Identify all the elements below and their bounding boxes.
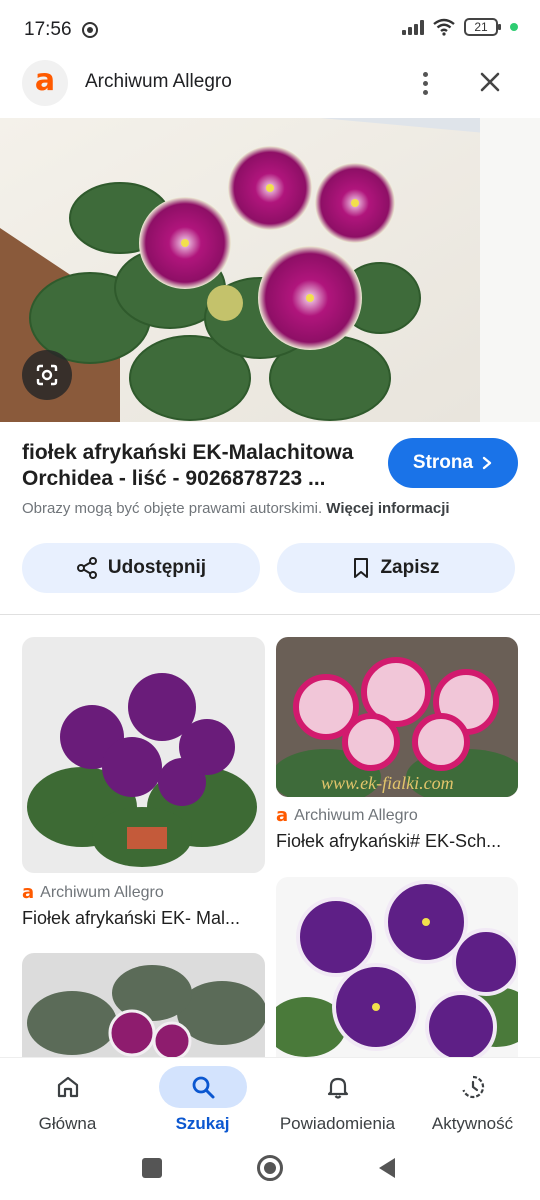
copyright-text: Obrazy mogą być objęte prawami autorskim… — [22, 500, 323, 517]
recents-button[interactable] — [142, 1158, 162, 1178]
more-info-link[interactable]: Więcej informacji — [326, 500, 449, 517]
bell-icon — [327, 1077, 348, 1099]
header-title[interactable]: Archiwum Allegro — [85, 71, 232, 93]
violet-thumb-3 — [276, 877, 518, 1057]
violet-photo — [0, 118, 540, 422]
activity-icon — [461, 1075, 484, 1099]
site-logo-letter: a — [34, 63, 56, 98]
nav-notifications-label: Powiadomienia — [279, 1114, 396, 1133]
bottom-nav: Główna Szukaj Powiadomienia Aktywność — [0, 1057, 540, 1145]
home-button[interactable] — [257, 1155, 283, 1181]
violet-thumb-4 — [22, 953, 265, 1057]
save-button[interactable]: Zapisz — [277, 543, 515, 593]
signal-icon — [402, 19, 424, 35]
related-source-2: a Archiwum Allegro — [276, 805, 418, 826]
allegro-icon: a — [276, 805, 289, 826]
save-label: Zapisz — [380, 557, 440, 578]
related-source-1: a Archiwum Allegro — [22, 882, 164, 903]
allegro-icon: a — [22, 882, 35, 903]
battery-icon: 21 — [464, 18, 501, 36]
result-title[interactable]: fiołek afrykański EK-Malachitowa Orchide… — [22, 440, 372, 492]
site-logo[interactable]: a — [22, 60, 68, 106]
related-image-1[interactable] — [22, 637, 265, 873]
status-bar: 17:56 21 — [0, 0, 540, 60]
nav-home-label: Główna — [38, 1114, 97, 1133]
related-title-2[interactable]: Fiołek afrykański# EK-Sch... — [276, 831, 501, 852]
status-icons: 21 — [402, 18, 518, 36]
back-button[interactable] — [376, 1157, 398, 1179]
home-icon — [57, 1076, 78, 1098]
more-options-button[interactable] — [410, 66, 440, 100]
main-image[interactable] — [0, 118, 540, 422]
related-source-label: Archiwum Allegro — [40, 883, 164, 901]
bookmark-icon — [354, 558, 369, 578]
lens-icon — [36, 364, 58, 386]
related-title-1[interactable]: Fiołek afrykański EK- Mal... — [22, 908, 240, 929]
related-image-3[interactable] — [276, 877, 518, 1057]
related-image-4[interactable] — [22, 953, 265, 1057]
violet-thumb-1 — [22, 637, 265, 873]
chevron-right-icon — [482, 456, 492, 470]
watermark-text: www.ek-fialki.com — [321, 773, 454, 793]
share-icon — [76, 557, 97, 579]
nav-notifications[interactable]: Powiadomienia — [270, 1058, 405, 1146]
share-label: Udostępnij — [107, 557, 207, 578]
privacy-dot — [510, 23, 518, 31]
nav-search[interactable]: Szukaj — [135, 1058, 270, 1146]
copyright-notice: Obrazy mogą być objęte prawami autorskim… — [22, 500, 522, 517]
nav-home[interactable]: Główna — [0, 1058, 135, 1146]
nav-activity-label: Aktywność — [431, 1114, 514, 1133]
close-icon[interactable] — [474, 66, 506, 98]
chrome-icon — [82, 22, 98, 38]
related-image-2[interactable]: www.ek-fialki.com — [276, 637, 518, 797]
status-time: 17:56 — [24, 19, 72, 40]
nav-activity[interactable]: Aktywność — [405, 1058, 540, 1146]
nav-search-label: Szukaj — [175, 1114, 230, 1133]
system-nav-bar — [0, 1145, 540, 1200]
visit-label: Strona — [412, 452, 474, 473]
wifi-icon — [433, 18, 455, 36]
lens-search-button[interactable] — [22, 350, 72, 400]
violet-thumb-2: www.ek-fialki.com — [276, 637, 518, 797]
share-button[interactable]: Udostępnij — [22, 543, 260, 593]
visit-button[interactable]: Strona — [388, 438, 518, 488]
search-icon — [192, 1076, 214, 1099]
header: a Archiwum Allegro — [0, 58, 540, 118]
divider — [0, 614, 540, 615]
battery-level: 21 — [474, 20, 488, 34]
related-source-label: Archiwum Allegro — [294, 806, 418, 824]
